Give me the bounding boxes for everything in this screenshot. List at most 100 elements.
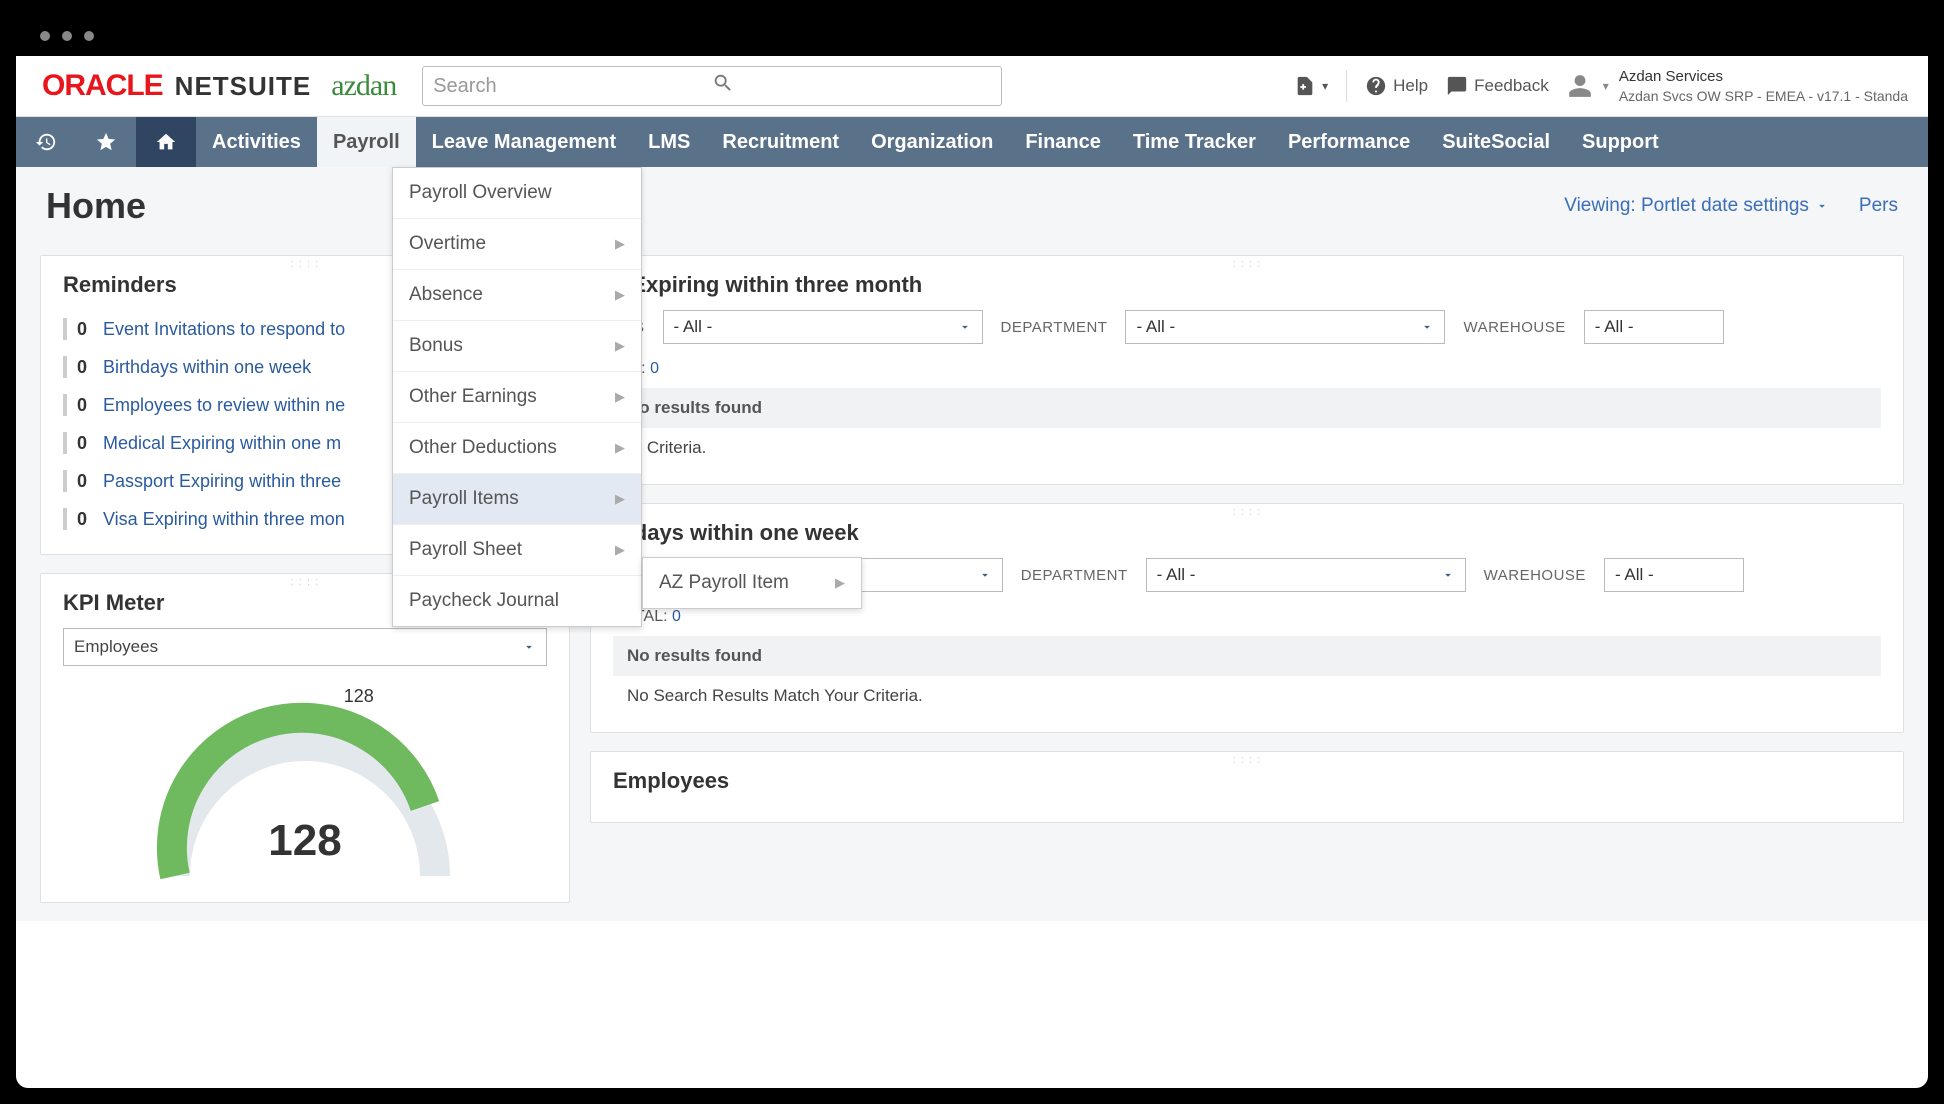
total-line: TAL: 0 <box>613 360 1881 378</box>
dropdown-absence[interactable]: Absence▶ <box>393 270 641 321</box>
app-header: ORACLE NETSUITE azdan Search ▾ Help <box>16 56 1928 117</box>
gauge-value: 128 <box>268 816 341 866</box>
employees-portlet: : : : : Employees <box>590 751 1904 823</box>
create-new-icon[interactable]: ▾ <box>1294 75 1328 97</box>
gauge-max-label: 128 <box>344 686 374 707</box>
chevron-right-icon: ▶ <box>615 287 625 303</box>
nav-organization[interactable]: Organization <box>855 117 1009 167</box>
reminder-link[interactable]: Visa Expiring within three mon <box>103 509 345 530</box>
content-wrap: Payroll Overview Overtime▶ Absence▶ Bonu… <box>16 167 1928 921</box>
department-select[interactable]: - All - <box>1146 558 1466 592</box>
class-select[interactable]: - All - <box>663 310 983 344</box>
nav-time-tracker[interactable]: Time Tracker <box>1117 117 1272 167</box>
chevron-right-icon: ▶ <box>615 338 625 354</box>
warehouse-label: WAREHOUSE <box>1484 567 1586 584</box>
filter-row: ASS - All - DEPARTMENT - All - WAREHOUSE… <box>613 310 1881 344</box>
user-role: Azdan Svcs OW SRP - EMEA - v17.1 - Stand… <box>1619 87 1908 105</box>
search-icon[interactable] <box>712 72 991 100</box>
nav-performance[interactable]: Performance <box>1272 117 1426 167</box>
nav-activities[interactable]: Activities <box>196 117 317 167</box>
page-title: Home <box>46 185 146 227</box>
search-input[interactable]: Search <box>422 66 1002 106</box>
nav-leave-management[interactable]: Leave Management <box>416 117 633 167</box>
no-results-banner: No results found <box>613 388 1881 428</box>
no-results-message: ur Criteria. <box>613 428 1881 468</box>
chevron-right-icon: ▶ <box>615 491 625 507</box>
viewing-selector[interactable]: Viewing: Portlet date settings <box>1564 195 1829 217</box>
nav-lms[interactable]: LMS <box>632 117 706 167</box>
kpi-select[interactable]: Employees <box>63 628 547 666</box>
drag-handle-icon[interactable]: : : : : <box>1233 754 1261 766</box>
header-right: ▾ Help Feedback ▾ Azdan Services Azdan <box>1294 67 1908 105</box>
feedback-link[interactable]: Feedback <box>1446 75 1549 97</box>
window-titlebar <box>16 16 1928 56</box>
kpi-select-value: Employees <box>74 637 158 657</box>
no-results-message: No Search Results Match Your Criteria. <box>613 676 1881 716</box>
drag-handle-icon[interactable]: : : : : <box>291 576 319 588</box>
chevron-right-icon: ▶ <box>835 575 845 591</box>
nav-recruitment[interactable]: Recruitment <box>706 117 855 167</box>
search-placeholder: Search <box>433 75 712 98</box>
browser-frame: ORACLE NETSUITE azdan Search ▾ Help <box>10 10 1934 1094</box>
portlet-title: thdays within one week <box>613 520 1881 546</box>
drag-handle-icon[interactable]: : : : : <box>1233 506 1261 518</box>
help-link[interactable]: Help <box>1365 75 1428 97</box>
reminder-link[interactable]: Event Invitations to respond to <box>103 319 345 340</box>
dropdown-payroll-overview[interactable]: Payroll Overview <box>393 168 641 219</box>
department-label: DEPARTMENT <box>1001 319 1108 336</box>
dropdown-payroll-items[interactable]: Payroll Items▶ <box>393 474 641 525</box>
dropdown-payroll-sheet[interactable]: Payroll Sheet▶ <box>393 525 641 576</box>
window-dot[interactable] <box>84 31 94 41</box>
nav-suitesocial[interactable]: SuiteSocial <box>1426 117 1566 167</box>
warehouse-label: WAREHOUSE <box>1463 319 1565 336</box>
chevron-right-icon: ▶ <box>615 542 625 558</box>
department-label: DEPARTMENT <box>1021 567 1128 584</box>
window-dot[interactable] <box>62 31 72 41</box>
total-line: TOTAL: 0 <box>613 608 1881 626</box>
star-icon[interactable] <box>76 117 136 167</box>
home-icon[interactable] <box>136 117 196 167</box>
main-nav: Activities Payroll Leave Management LMS … <box>16 117 1928 167</box>
window-dot[interactable] <box>40 31 50 41</box>
drag-handle-icon[interactable]: : : : : <box>1233 258 1261 270</box>
submenu-az-payroll-item[interactable]: AZ Payroll Item▶ <box>643 558 861 608</box>
dashboard-body: : : : : Reminders 0Event Invitations to … <box>16 237 1928 921</box>
reminder-link[interactable]: Birthdays within one week <box>103 357 311 378</box>
viewing-label: Viewing: Portlet date settings <box>1564 195 1809 217</box>
page-header: Home Viewing: Portlet date settings Pers <box>16 167 1928 237</box>
nav-support[interactable]: Support <box>1566 117 1675 167</box>
warehouse-select[interactable]: - All - <box>1604 558 1744 592</box>
dropdown-paycheck-journal[interactable]: Paycheck Journal <box>393 576 641 626</box>
payroll-dropdown: Payroll Overview Overtime▶ Absence▶ Bonu… <box>392 167 642 627</box>
azdan-logo: azdan <box>331 69 396 103</box>
portlet-title: a Expiring within three month <box>613 272 1881 298</box>
reminder-link[interactable]: Employees to review within ne <box>103 395 345 416</box>
reminder-link[interactable]: Passport Expiring within three <box>103 471 341 492</box>
personalize-link[interactable]: Pers <box>1859 195 1898 217</box>
dropdown-other-deductions[interactable]: Other Deductions▶ <box>393 423 641 474</box>
payroll-items-submenu: AZ Payroll Item▶ <box>642 557 862 609</box>
portlet-title: Employees <box>613 768 1881 794</box>
nav-finance[interactable]: Finance <box>1009 117 1117 167</box>
dropdown-overtime[interactable]: Overtime▶ <box>393 219 641 270</box>
feedback-label: Feedback <box>1474 76 1549 96</box>
help-label: Help <box>1393 76 1428 96</box>
department-select[interactable]: - All - <box>1125 310 1445 344</box>
chevron-right-icon: ▶ <box>615 440 625 456</box>
user-name: Azdan Services <box>1619 67 1908 87</box>
history-icon[interactable] <box>16 117 76 167</box>
divider <box>1346 70 1347 102</box>
oracle-logo: ORACLE <box>42 69 163 103</box>
drag-handle-icon[interactable]: : : : : <box>291 258 319 270</box>
user-info: Azdan Services Azdan Svcs OW SRP - EMEA … <box>1619 67 1908 105</box>
chevron-right-icon: ▶ <box>615 236 625 252</box>
warehouse-select[interactable]: - All - <box>1584 310 1724 344</box>
nav-payroll[interactable]: Payroll <box>317 117 416 167</box>
app-root: ORACLE NETSUITE azdan Search ▾ Help <box>16 56 1928 1088</box>
user-menu[interactable]: ▾ Azdan Services Azdan Svcs OW SRP - EME… <box>1567 67 1908 105</box>
reminder-link[interactable]: Medical Expiring within one m <box>103 433 341 454</box>
visa-expiring-portlet: : : : : a Expiring within three month AS… <box>590 255 1904 485</box>
netsuite-logo: NETSUITE <box>175 71 312 102</box>
dropdown-other-earnings[interactable]: Other Earnings▶ <box>393 372 641 423</box>
dropdown-bonus[interactable]: Bonus▶ <box>393 321 641 372</box>
